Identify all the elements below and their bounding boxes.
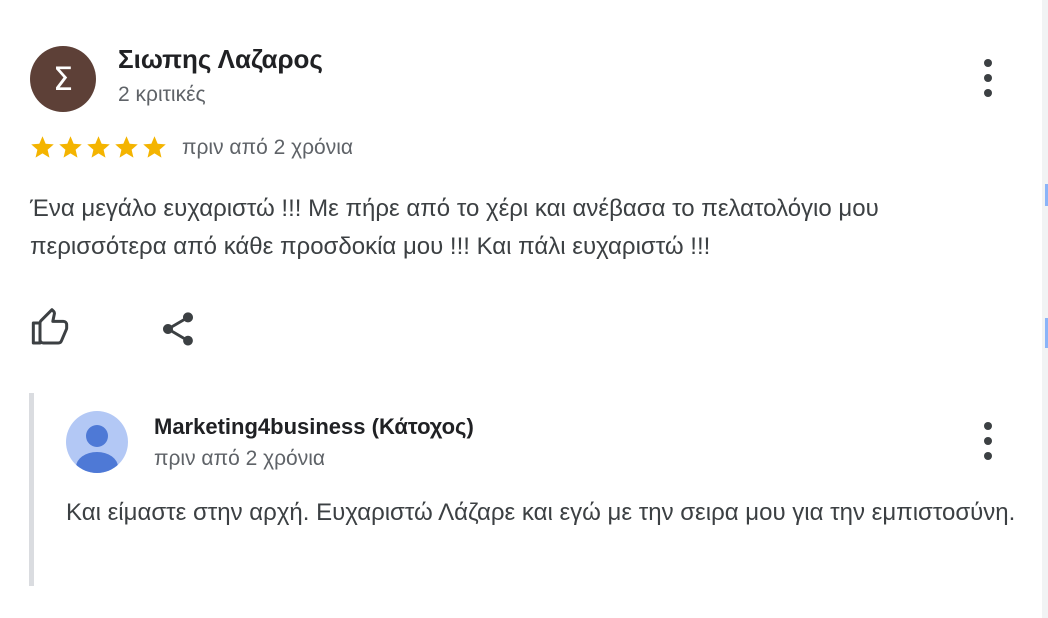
reviewer-avatar[interactable]: Σ — [30, 46, 96, 112]
more-vert-icon-dot — [984, 437, 992, 445]
star-icon — [31, 136, 54, 158]
owner-avatar[interactable] — [66, 411, 128, 473]
more-vert-icon-dot — [984, 59, 992, 67]
owner-reply-border — [29, 393, 34, 586]
review-more-options-button[interactable] — [978, 59, 998, 97]
star-icon — [143, 136, 166, 158]
review-date: πριν από 2 χρόνια — [182, 136, 354, 159]
owner-reply-text: Και είμαστε στην αρχή. Ευχαριστώ Λάζαρε … — [66, 499, 1016, 526]
more-vert-icon-dot — [984, 74, 992, 82]
scroll-edge — [1042, 0, 1048, 618]
more-vert-icon-dot — [984, 422, 992, 430]
reviewer-review-count[interactable]: 2 κριτικές — [118, 83, 206, 107]
review-text: Ένα μεγάλο ευχαριστώ !!! Με πήρε από το … — [30, 195, 879, 260]
more-vert-icon-dot — [984, 89, 992, 97]
star-rating — [29, 134, 168, 161]
more-vert-icon-dot — [984, 452, 992, 460]
star-icon — [59, 136, 82, 158]
reply-more-options-button[interactable] — [978, 422, 998, 460]
share-icon — [163, 312, 193, 346]
default-user-icon — [76, 425, 118, 473]
reviewer-name[interactable]: Σιωπης Λαζαρος — [118, 44, 323, 75]
owner-name: Marketing4business (Κάτοχος) — [154, 414, 474, 439]
share-button[interactable] — [158, 309, 198, 349]
owner-reply-date: πριν από 2 χρόνια — [154, 447, 326, 470]
star-icon — [87, 136, 110, 158]
reviewer-avatar-letter: Σ — [52, 60, 74, 98]
thumbs-up-icon — [31, 308, 69, 345]
like-button[interactable] — [30, 308, 70, 348]
star-icon — [115, 136, 138, 158]
